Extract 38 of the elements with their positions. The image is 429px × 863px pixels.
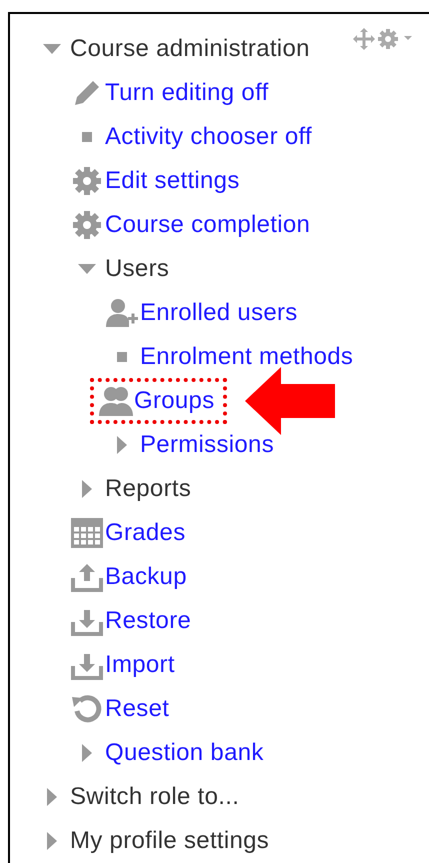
collapsed-arrow-icon[interactable]	[82, 744, 92, 762]
gear-icon	[72, 210, 102, 240]
move-icon[interactable]	[353, 28, 375, 50]
reset-icon	[71, 694, 103, 724]
tree-link[interactable]: Reset	[105, 695, 170, 723]
tree-label[interactable]: My profile settings	[70, 827, 270, 855]
tree-link[interactable]: Edit settings	[105, 167, 240, 195]
settings-icon[interactable]	[377, 28, 413, 50]
collapsed-arrow-icon[interactable]	[47, 832, 57, 850]
expanded-arrow-icon[interactable]	[78, 264, 96, 274]
tree-link[interactable]: Grades	[105, 519, 186, 547]
expanded-arrow-icon[interactable]	[43, 44, 61, 54]
tree-link[interactable]: Import	[105, 651, 175, 679]
collapsed-arrow-icon[interactable]	[82, 480, 92, 498]
tree-link[interactable]: Question bank	[105, 739, 264, 767]
users-icon	[99, 385, 133, 417]
tree-label[interactable]: Reports	[105, 475, 192, 503]
tree-link[interactable]: Backup	[105, 563, 187, 591]
collapsed-arrow-icon[interactable]	[117, 436, 127, 454]
tree-link[interactable]: Enrolled users	[140, 299, 298, 327]
tree-label[interactable]: Users	[105, 255, 170, 283]
pencil-icon	[72, 78, 102, 108]
tree-link[interactable]: Restore	[105, 607, 192, 635]
user-add-icon	[106, 298, 138, 328]
tree-link[interactable]: Groups	[134, 387, 215, 415]
tree-label[interactable]: Course administration	[70, 35, 310, 63]
upload-icon	[71, 562, 103, 592]
grid-icon	[71, 518, 103, 548]
tree-link[interactable]: Enrolment methods	[140, 343, 354, 371]
tree-link[interactable]: Permissions	[140, 431, 274, 459]
bullet-icon	[82, 132, 92, 142]
tree-link[interactable]: Activity chooser off	[105, 123, 312, 151]
bullet-icon	[117, 352, 127, 362]
tree-link[interactable]: Turn editing off	[105, 79, 269, 107]
tree-link[interactable]: Course completion	[105, 211, 310, 239]
gear-icon	[72, 166, 102, 196]
collapsed-arrow-icon[interactable]	[47, 788, 57, 806]
tree-label[interactable]: Switch role to...	[70, 783, 240, 811]
